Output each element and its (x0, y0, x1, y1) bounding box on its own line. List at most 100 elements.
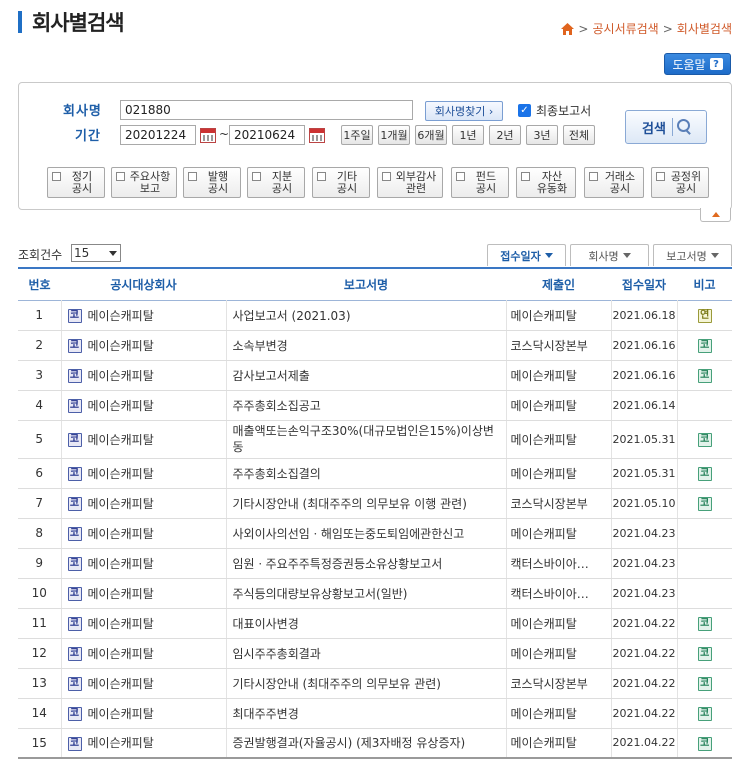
report-cell[interactable]: 임원ㆍ주요주주특정증권등소유상황보고서 (225, 548, 506, 579)
checkbox-icon[interactable] (656, 172, 665, 181)
table-row[interactable]: 10 코 메이슨캐피탈 주식등의대량보유상황보고서(일반) 캑터스바이아… 2021.04… (18, 578, 732, 609)
note-badge-icon[interactable]: 코 (697, 647, 712, 661)
calendar-icon[interactable] (309, 128, 325, 143)
type-major-button[interactable]: 주요사항 보고 (111, 167, 177, 198)
table-row[interactable]: 2 코 메이슨캐피탈 소속부변경 코스닥시장본부 2021.06.16 코 (18, 330, 732, 361)
checkbox-icon[interactable] (52, 172, 61, 181)
checkbox-icon[interactable] (589, 172, 598, 181)
report-name-link[interactable]: 주주총회소집결의 (233, 467, 321, 481)
end-date-input[interactable]: 20210624 (229, 125, 305, 145)
company-cell[interactable]: 코 메이슨캐피탈 (60, 458, 226, 489)
company-name-link[interactable]: 메이슨캐피탈 (88, 339, 154, 353)
type-issue-button[interactable]: 발행 공시 (183, 167, 241, 198)
report-name-link[interactable]: 대표이사변경 (233, 617, 299, 631)
type-fund-button[interactable]: 펀드 공시 (451, 167, 509, 198)
company-cell[interactable]: 코 메이슨캐피탈 (60, 360, 226, 391)
checkbox-icon[interactable] (116, 172, 125, 181)
checkbox-icon[interactable] (317, 172, 326, 181)
calendar-icon[interactable] (200, 128, 216, 143)
company-cell[interactable]: 코 메이슨캐피탈 (60, 420, 226, 459)
table-row[interactable]: 11 코 메이슨캐피탈 대표이사변경 메이슨캐피탈 2021.04.22 코 (18, 608, 732, 639)
table-row[interactable]: 13 코 메이슨캐피탈 기타시장안내 (최대주주의 의무보유 관련) 코스닥시장본부 20… (18, 668, 732, 699)
period-6month-button[interactable]: 6개월 (415, 125, 447, 145)
table-row[interactable]: 3 코 메이슨캐피탈 감사보고서제출 메이슨캐피탈 2021.06.16 코 (18, 360, 732, 391)
company-name-link[interactable]: 메이슨캐피탈 (88, 369, 154, 383)
count-select[interactable]: 15 (71, 244, 121, 262)
company-name-link[interactable]: 메이슨캐피탈 (88, 399, 154, 413)
search-button[interactable]: 검색 (625, 110, 707, 144)
table-row[interactable]: 14 코 메이슨캐피탈 최대주주변경 메이슨캐피탈 2021.04.22 코 (18, 698, 732, 729)
report-name-link[interactable]: 매출액또는손익구조30%(대규모법인은15%)이상변동 (233, 423, 503, 455)
collapse-panel-icon[interactable] (700, 208, 731, 222)
report-cell[interactable]: 매출액또는손익구조30%(대규모법인은15%)이상변동 (225, 420, 506, 459)
checkbox-icon[interactable] (456, 172, 465, 181)
company-name-link[interactable]: 메이슨캐피탈 (88, 497, 154, 511)
period-all-button[interactable]: 전체 (563, 125, 595, 145)
note-badge-icon[interactable]: 코 (697, 617, 712, 631)
find-company-button[interactable]: 회사명찾기 › (425, 101, 503, 121)
type-exchange-button[interactable]: 거래소 공시 (584, 167, 644, 198)
company-cell[interactable]: 코 메이슨캐피탈 (60, 518, 226, 549)
report-name-link[interactable]: 주주총회소집공고 (233, 399, 321, 413)
company-cell[interactable]: 코 메이슨캐피탈 (60, 390, 226, 421)
company-name-link[interactable]: 메이슨캐피탈 (88, 527, 154, 541)
company-name-link[interactable]: 메이슨캐피탈 (88, 587, 154, 601)
note-badge-icon[interactable]: 코 (697, 677, 712, 691)
company-input[interactable]: 021880 (120, 100, 413, 120)
report-cell[interactable]: 기타시장안내 (최대주주의 의무보유 관련) (225, 668, 506, 699)
company-name-link[interactable]: 메이슨캐피탈 (88, 647, 154, 661)
table-row[interactable]: 15 코 메이슨캐피탈 증권발행결과(자율공시) (제3자배정 유상증자) 메이슨캐피탈… (18, 728, 732, 759)
final-report-checkbox[interactable]: ✓ (518, 104, 531, 117)
checkbox-icon[interactable] (188, 172, 197, 181)
report-name-link[interactable]: 기타시장안내 (최대주주의 의무보유 이행 관련) (233, 497, 467, 511)
report-cell[interactable]: 사외이사의선임ㆍ해임또는중도퇴임에관한신고 (225, 518, 506, 549)
period-1year-button[interactable]: 1년 (452, 125, 484, 145)
home-icon[interactable] (561, 22, 575, 35)
note-badge-icon[interactable]: 코 (697, 339, 712, 353)
report-cell[interactable]: 기타시장안내 (최대주주의 의무보유 이행 관련) (225, 488, 506, 519)
table-row[interactable]: 1 코 메이슨캐피탈 사업보고서 (2021.03) 메이슨캐피탈 2021.06.18 연 (18, 300, 732, 331)
table-row[interactable]: 9 코 메이슨캐피탈 임원ㆍ주요주주특정증권등소유상황보고서 캑터스바이아… 2021.0… (18, 548, 732, 579)
table-row[interactable]: 4 코 메이슨캐피탈 주주총회소집공고 메이슨캐피탈 2021.06.14 (18, 390, 732, 421)
table-row[interactable]: 7 코 메이슨캐피탈 기타시장안내 (최대주주의 의무보유 이행 관련) 코스닥시장본부… (18, 488, 732, 519)
type-abs-button[interactable]: 자산 유동화 (516, 167, 576, 198)
sort-company-button[interactable]: 회사명 (570, 244, 649, 266)
report-name-link[interactable]: 주식등의대량보유상황보고서(일반) (233, 587, 408, 601)
company-cell[interactable]: 코 메이슨캐피탈 (60, 698, 226, 729)
checkbox-icon[interactable] (521, 172, 530, 181)
company-cell[interactable]: 코 메이슨캐피탈 (60, 578, 226, 609)
report-name-link[interactable]: 사외이사의선임ㆍ해임또는중도퇴임에관한신고 (233, 527, 465, 541)
table-row[interactable]: 6 코 메이슨캐피탈 주주총회소집결의 메이슨캐피탈 2021.05.31 코 (18, 458, 732, 489)
report-name-link[interactable]: 임시주주총회결과 (233, 647, 321, 661)
company-name-link[interactable]: 메이슨캐피탈 (88, 736, 154, 750)
company-name-link[interactable]: 메이슨캐피탈 (88, 557, 154, 571)
sort-report-button[interactable]: 보고서명 (653, 244, 732, 266)
type-other-button[interactable]: 기타 공시 (312, 167, 370, 198)
report-cell[interactable]: 주주총회소집결의 (225, 458, 506, 489)
company-name-link[interactable]: 메이슨캐피탈 (88, 677, 154, 691)
report-cell[interactable]: 최대주주변경 (225, 698, 506, 729)
note-badge-icon[interactable]: 연 (697, 309, 712, 323)
table-row[interactable]: 12 코 메이슨캐피탈 임시주주총회결과 메이슨캐피탈 2021.04.22 코 (18, 638, 732, 669)
report-name-link[interactable]: 사업보고서 (2021.03) (233, 309, 351, 323)
note-badge-icon[interactable]: 코 (697, 707, 712, 721)
report-name-link[interactable]: 임원ㆍ주요주주특정증권등소유상황보고서 (233, 557, 443, 571)
report-name-link[interactable]: 소속부변경 (233, 339, 288, 353)
note-badge-icon[interactable]: 코 (697, 433, 712, 447)
company-cell[interactable]: 코 메이슨캐피탈 (60, 548, 226, 579)
start-date-input[interactable]: 20201224 (120, 125, 196, 145)
checkbox-icon[interactable] (252, 172, 261, 181)
breadcrumb-item[interactable]: 공시서류검색 (592, 20, 658, 37)
company-name-link[interactable]: 메이슨캐피탈 (88, 433, 154, 447)
report-cell[interactable]: 임시주주총회결과 (225, 638, 506, 669)
type-audit-button[interactable]: 외부감사 관련 (377, 167, 443, 198)
help-button[interactable]: 도움말 ? (664, 53, 731, 75)
report-name-link[interactable]: 최대주주변경 (233, 707, 299, 721)
company-name-link[interactable]: 메이슨캐피탈 (88, 707, 154, 721)
report-name-link[interactable]: 증권발행결과(자율공시) (제3자배정 유상증자) (233, 736, 466, 750)
company-cell[interactable]: 코 메이슨캐피탈 (60, 330, 226, 361)
company-name-link[interactable]: 메이슨캐피탈 (88, 309, 154, 323)
table-row[interactable]: 5 코 메이슨캐피탈 매출액또는손익구조30%(대규모법인은15%)이상변동 메이슨캐피… (18, 420, 732, 459)
table-row[interactable]: 8 코 메이슨캐피탈 사외이사의선임ㆍ해임또는중도퇴임에관한신고 메이슨캐피탈 2021.… (18, 518, 732, 549)
company-cell[interactable]: 코 메이슨캐피탈 (60, 608, 226, 639)
